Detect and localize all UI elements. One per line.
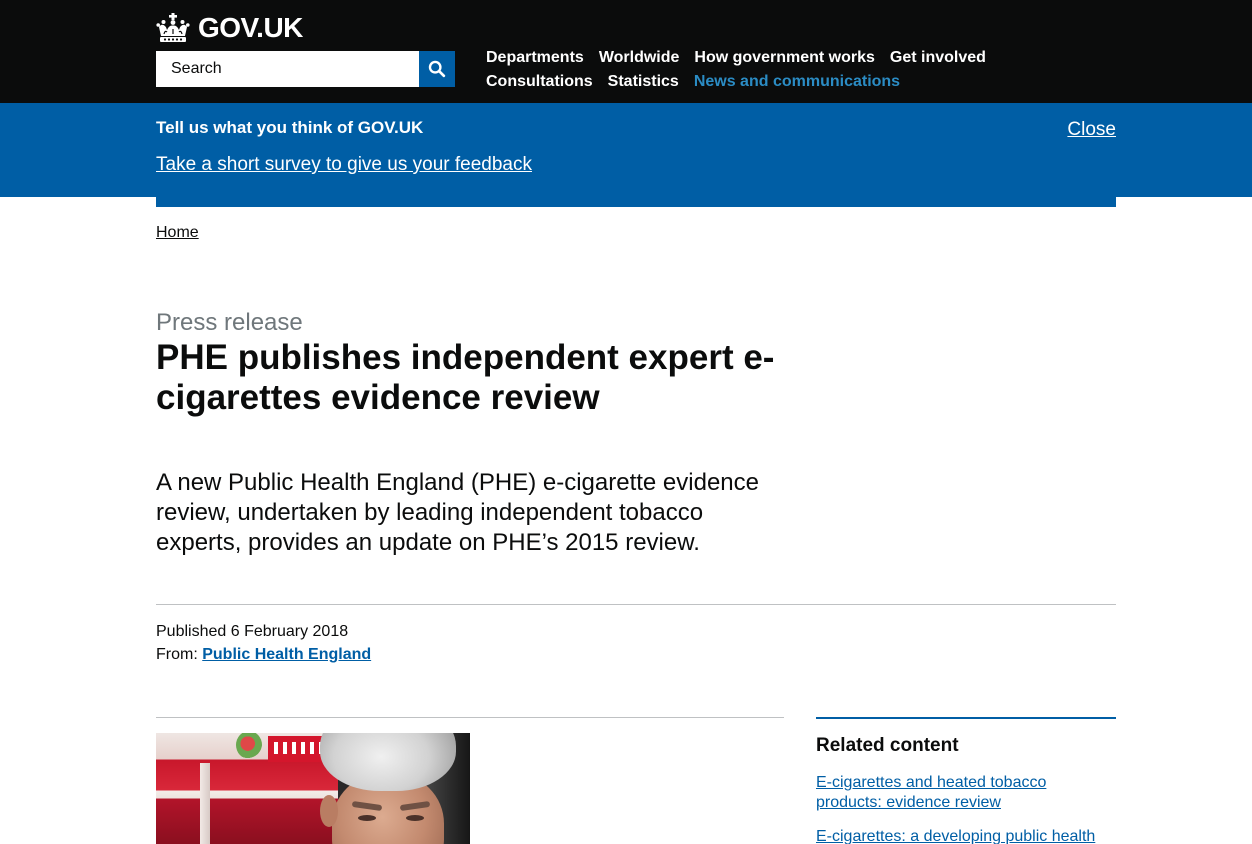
related-link[interactable]: E-cigarettes and heated tobacco products… [816,774,1046,811]
nav-link-news-and-communications[interactable]: News and communications [694,72,900,96]
photo-ear [320,795,338,827]
survey-banner-title: Tell us what you think of GOV.UK [156,118,424,137]
content-columns: Related content E-cigarettes and heated … [156,717,1116,844]
main-content: Home Press release PHE publishes indepen… [156,197,1116,844]
list-item: E-cigarettes and heated tobacco products… [816,773,1106,813]
survey-link[interactable]: Take a short survey to give us your feed… [156,154,532,176]
from-organisation: From: Public Health England [156,643,1116,666]
article-metadata: Published 6 February 2018 From: Public H… [156,620,1116,666]
search-input[interactable] [156,51,419,87]
nav-link-departments[interactable]: Departments [486,48,584,72]
nav-link-how-government-works[interactable]: How government works [694,48,874,72]
photo-eye [406,815,424,821]
document-type: Press release [156,309,303,336]
divider [156,604,1116,605]
related-link[interactable]: E-cigarettes: a developing public health [816,828,1095,844]
related-content-heading: Related content [816,735,959,756]
header-bottom-border [156,197,1116,207]
published-date: Published 6 February 2018 [156,623,349,640]
photo-pillar [200,763,210,844]
organisation-link[interactable]: Public Health England [202,646,371,663]
list-item: E-cigarettes: a developing public health [816,827,1106,844]
logo-text: GOV.UK [198,12,303,43]
search-form [156,51,455,87]
main-navigation: Departments Worldwide How government wor… [486,48,1001,96]
related-links-list: E-cigarettes and heated tobacco products… [816,773,1106,844]
close-survey-button[interactable]: Close [1067,119,1116,141]
nav-link-consultations[interactable]: Consultations [486,72,593,96]
site-header: GOV.UK Departments Worldwide How governm… [0,0,1252,103]
related-content: Related content E-cigarettes and heated … [816,717,1116,844]
nav-link-worldwide[interactable]: Worldwide [599,48,680,72]
page-title: PHE publishes independent expert e-cigar… [156,338,775,417]
article-summary: A new Public Health England (PHE) e-ciga… [156,469,759,556]
article-body [156,717,784,844]
nav-link-get-involved[interactable]: Get involved [890,48,986,72]
from-label: From: [156,646,198,663]
crown-icon [156,13,190,43]
search-button[interactable] [419,51,455,87]
search-icon [428,60,446,78]
breadcrumb-item: Home [156,223,1116,243]
breadcrumb-link-home[interactable]: Home [156,224,199,241]
govuk-logo-link[interactable]: GOV.UK [156,10,303,46]
nav-row: Departments Worldwide How government wor… [486,48,1001,72]
photo-eye [358,815,376,821]
nav-link-statistics[interactable]: Statistics [608,72,679,96]
article-photo [156,733,470,844]
survey-banner: Tell us what you think of GOV.UK Take a … [0,103,1252,197]
nav-row: Consultations Statistics News and commun… [486,72,1001,96]
breadcrumb: Home [156,223,1116,243]
